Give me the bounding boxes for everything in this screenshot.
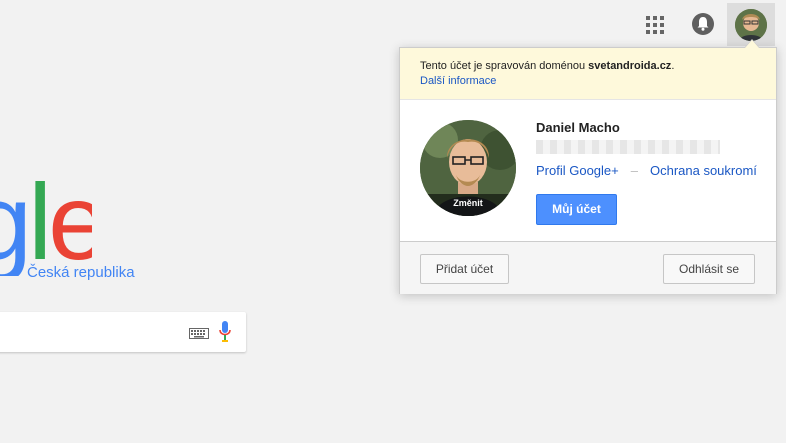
- country-subtitle: Česká republika: [27, 264, 135, 281]
- sign-out-button[interactable]: Odhlásit se: [663, 254, 755, 284]
- notice-text: Tento účet je spravován doménou: [420, 60, 586, 72]
- notice-suffix: .: [671, 60, 675, 72]
- google-logo: gle: [0, 176, 92, 276]
- account-links: Profil Google+ – Ochrana soukromí: [536, 163, 757, 178]
- logo-letter-e: e: [48, 176, 92, 276]
- notice-domain: svetandroida.cz: [588, 60, 672, 72]
- profile-section: Změnit Daniel Macho Profil Google+ – Ochra…: [400, 100, 776, 240]
- google-plus-profile-link[interactable]: Profil Google+: [536, 163, 619, 178]
- popup-footer: Přidat účet Odhlásit se: [400, 241, 776, 294]
- search-input[interactable]: [0, 312, 246, 352]
- logo-letter-l: l: [28, 176, 52, 276]
- email-redacted: [536, 140, 720, 154]
- mic-icon[interactable]: [219, 321, 231, 348]
- link-separator: –: [630, 163, 638, 178]
- profile-photo[interactable]: Změnit: [420, 120, 516, 216]
- more-info-link[interactable]: Další informace: [420, 75, 756, 87]
- change-photo-label[interactable]: Změnit: [420, 194, 516, 216]
- privacy-link[interactable]: Ochrana soukromí: [650, 163, 757, 178]
- managed-domain-notice: Tento účet je spravován doménou svetandr…: [400, 48, 776, 100]
- apps-grid-icon[interactable]: [644, 14, 666, 36]
- my-account-button[interactable]: Můj účet: [536, 194, 617, 225]
- account-popup: Tento účet je spravován doménou svetandr…: [399, 39, 777, 294]
- add-account-button[interactable]: Přidat účet: [420, 254, 509, 284]
- keyboard-icon[interactable]: [189, 326, 209, 344]
- logo-letter-g: g: [0, 176, 32, 276]
- account-name: Daniel Macho: [536, 120, 620, 135]
- bell-icon[interactable]: [692, 13, 714, 35]
- avatar: [735, 9, 767, 41]
